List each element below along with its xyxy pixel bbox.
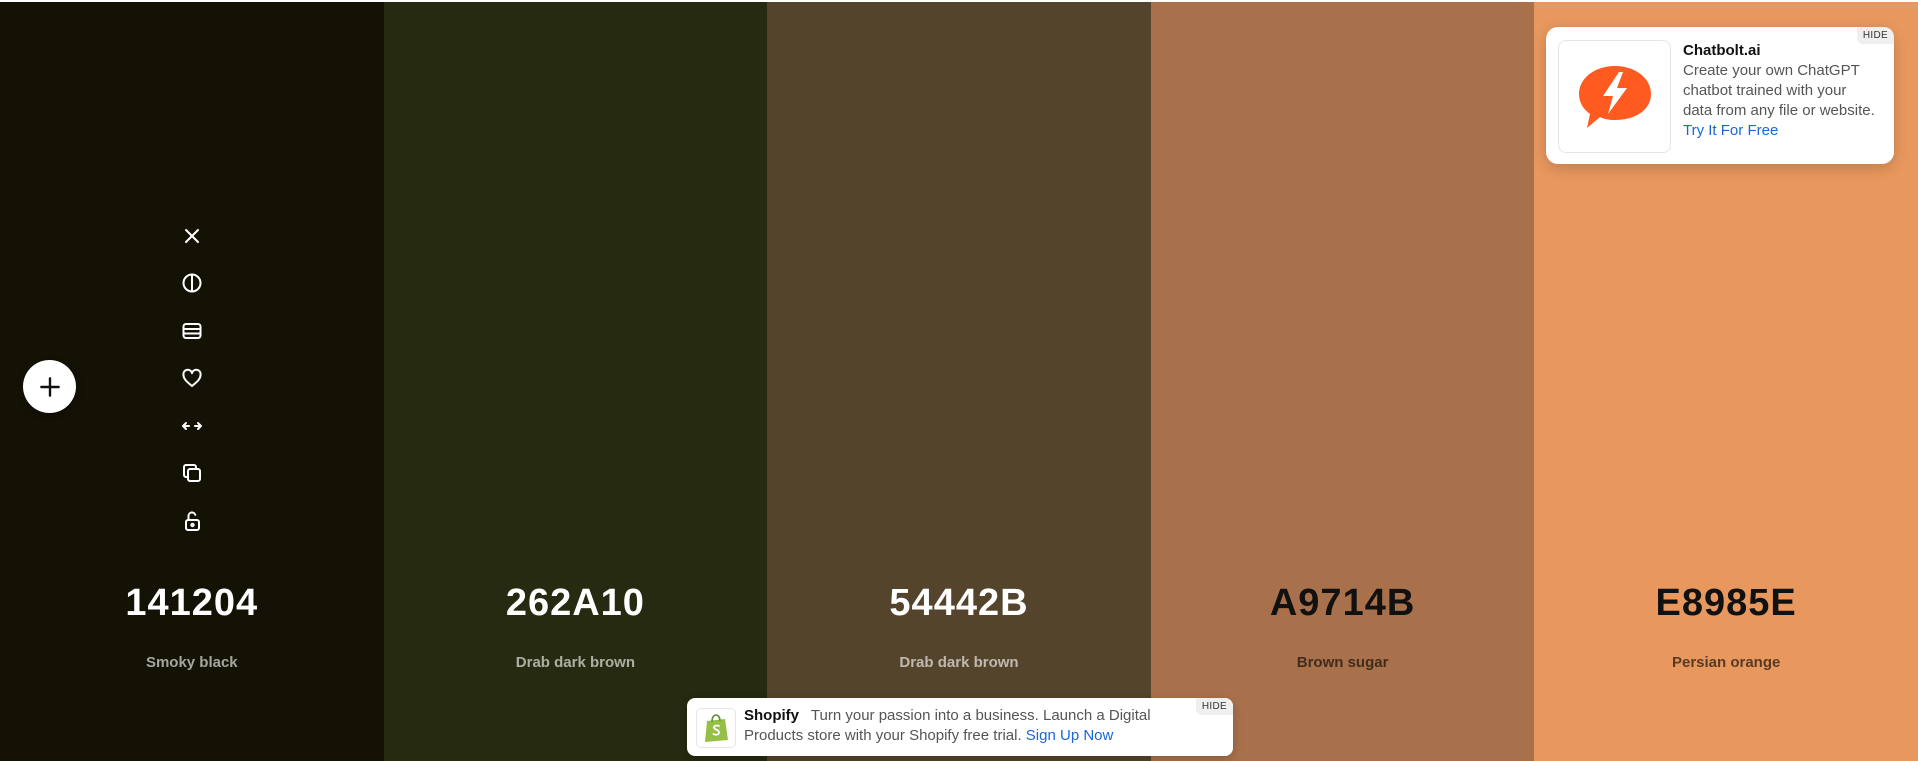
swatch-hex[interactable]: 54442B — [767, 582, 1151, 625]
shades-button[interactable] — [172, 307, 212, 355]
swatch-name[interactable]: Persian orange — [1534, 654, 1918, 671]
plus-icon — [39, 376, 60, 397]
contrast-icon — [182, 273, 202, 293]
copy-icon — [183, 464, 201, 483]
banner-text: Shopify Turn your passion into a busines… — [744, 706, 1174, 746]
unlock-icon — [185, 511, 200, 531]
drag-arrows-icon — [182, 421, 202, 430]
sponsored-ad-card[interactable]: Chatbolt.ai Create your own ChatGPT chat… — [1546, 27, 1894, 164]
ad-body: Create your own ChatGPT chatbot trained … — [1683, 62, 1875, 119]
banner-cta-link[interactable]: Sign Up Now — [1026, 727, 1114, 744]
swatch-hex[interactable]: A9714B — [1151, 582, 1535, 625]
add-color-button[interactable] — [23, 360, 76, 413]
copy-hex-button[interactable] — [172, 450, 212, 498]
swatch-hex[interactable]: E8985E — [1534, 582, 1918, 625]
chatbolt-logo-icon — [1578, 65, 1651, 128]
hide-banner-button[interactable]: HIDE — [1195, 698, 1233, 715]
drag-button[interactable] — [172, 402, 212, 450]
swatch-name[interactable]: Drab dark brown — [767, 654, 1151, 671]
swatch-name[interactable]: Brown sugar — [1151, 654, 1535, 671]
close-icon — [185, 228, 199, 243]
sponsored-banner[interactable]: Shopify Turn your passion into a busines… — [687, 698, 1233, 756]
view-shades-button[interactable] — [172, 260, 212, 308]
swatch-name[interactable]: Drab dark brown — [384, 654, 768, 671]
ad-title: Chatbolt.ai — [1683, 42, 1761, 59]
save-color-button[interactable] — [172, 355, 212, 403]
shopify-logo — [696, 708, 736, 748]
swatch-2[interactable]: 262A10 Drab dark brown — [383, 2, 768, 761]
heart-icon — [182, 369, 202, 388]
banner-title: Shopify — [744, 707, 799, 724]
ad-cta-link[interactable]: Try It For Free — [1683, 122, 1778, 139]
swatch-toolbar — [172, 212, 212, 545]
shades-icon — [182, 322, 202, 339]
swatch-3[interactable]: 54442B Drab dark brown — [767, 2, 1151, 761]
swatch-4[interactable]: A9714B Brown sugar — [1150, 2, 1535, 761]
chatbolt-logo — [1558, 40, 1671, 153]
swatch-hex[interactable]: 141204 — [0, 582, 384, 625]
hide-ad-button[interactable]: HIDE — [1856, 27, 1894, 44]
swatch-hex[interactable]: 262A10 — [384, 582, 768, 625]
lock-color-button[interactable] — [172, 497, 212, 545]
ad-text: Chatbolt.ai Create your own ChatGPT chat… — [1683, 41, 1879, 141]
shopify-bag-icon — [705, 714, 728, 742]
swatch-name[interactable]: Smoky black — [0, 654, 384, 671]
remove-color-button[interactable] — [172, 212, 212, 260]
